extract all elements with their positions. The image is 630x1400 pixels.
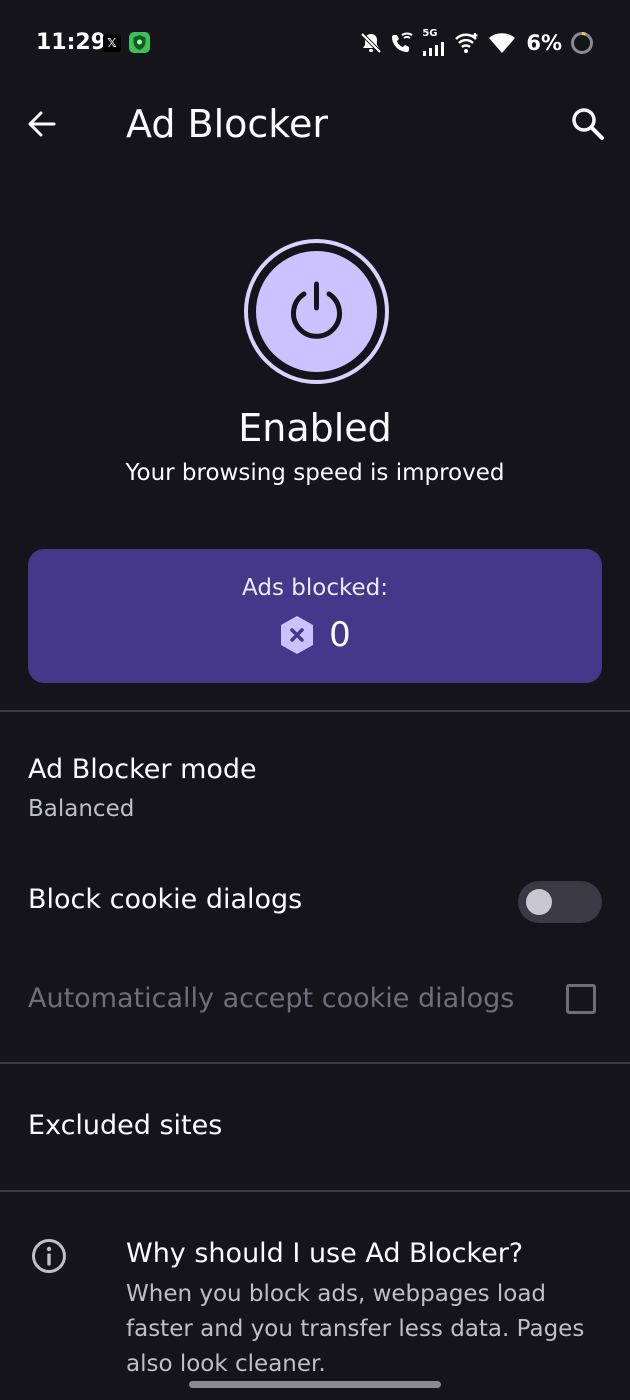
battery-ring-icon [571,32,593,54]
blocker-status-subtitle: Your browsing speed is improved [125,460,505,486]
x-app-icon: 𝕏 [103,34,121,52]
ad-blocker-mode-row[interactable]: Ad Blocker mode Balanced [0,740,630,844]
ads-blocked-count-row: 0 [28,615,602,655]
back-arrow-icon [28,111,56,137]
toggle-knob [526,889,552,915]
blocked-hexagon-icon [281,616,314,654]
bell-off-icon [360,32,382,54]
search-button[interactable] [568,104,608,144]
back-button[interactable] [22,104,62,144]
info-icon [32,1239,66,1273]
ads-blocked-label: Ads blocked: [242,575,388,601]
wifi-calling-icon [392,32,413,52]
battery-percent: 6% [526,31,562,55]
auto-accept-cookie-dialogs-label: Automatically accept cookie dialogs [28,983,515,1014]
divider [0,710,630,712]
network-type: 5G [422,28,438,39]
ad-blocker-screen: 11:29 𝕏 5G 6% Ad Blocker Enabled Your br… [0,0,630,1400]
page-title: Ad Blocker [126,102,328,146]
blocker-status: Enabled [238,406,392,450]
status-time: 11:29 [36,30,107,55]
ad-blocker-mode-value: Balanced [28,796,135,822]
search-icon [572,108,604,140]
cell-signal-icon: 5G [422,28,446,56]
info-body: When you block ads, webpages load faster… [126,1281,585,1377]
divider [0,1190,630,1192]
vpn-shield-icon [129,32,150,53]
hotspot-icon [455,33,478,53]
power-icon [291,281,342,339]
info-title: Why should I use Ad Blocker? [126,1238,524,1269]
status-bar: 11:29 𝕏 5G 6% [0,0,630,86]
home-indicator[interactable] [189,1381,441,1388]
status-icons: 5G 6% [360,28,594,58]
toolbar: Ad Blocker [0,86,630,166]
wifi-icon [489,33,516,53]
power-toggle-button[interactable] [244,239,389,384]
excluded-sites-row[interactable]: Excluded sites [0,1064,630,1190]
ad-blocker-mode-title: Ad Blocker mode [28,754,257,785]
ads-blocked-count: 0 [329,615,351,655]
excluded-sites-label: Excluded sites [28,1110,223,1141]
block-cookie-dialogs-toggle[interactable] [518,881,602,923]
auto-accept-cookie-dialogs-checkbox[interactable] [566,984,596,1014]
ads-blocked-card: Ads blocked: 0 [28,549,602,683]
power-button-face [256,251,377,372]
block-cookie-dialogs-label: Block cookie dialogs [28,884,303,915]
